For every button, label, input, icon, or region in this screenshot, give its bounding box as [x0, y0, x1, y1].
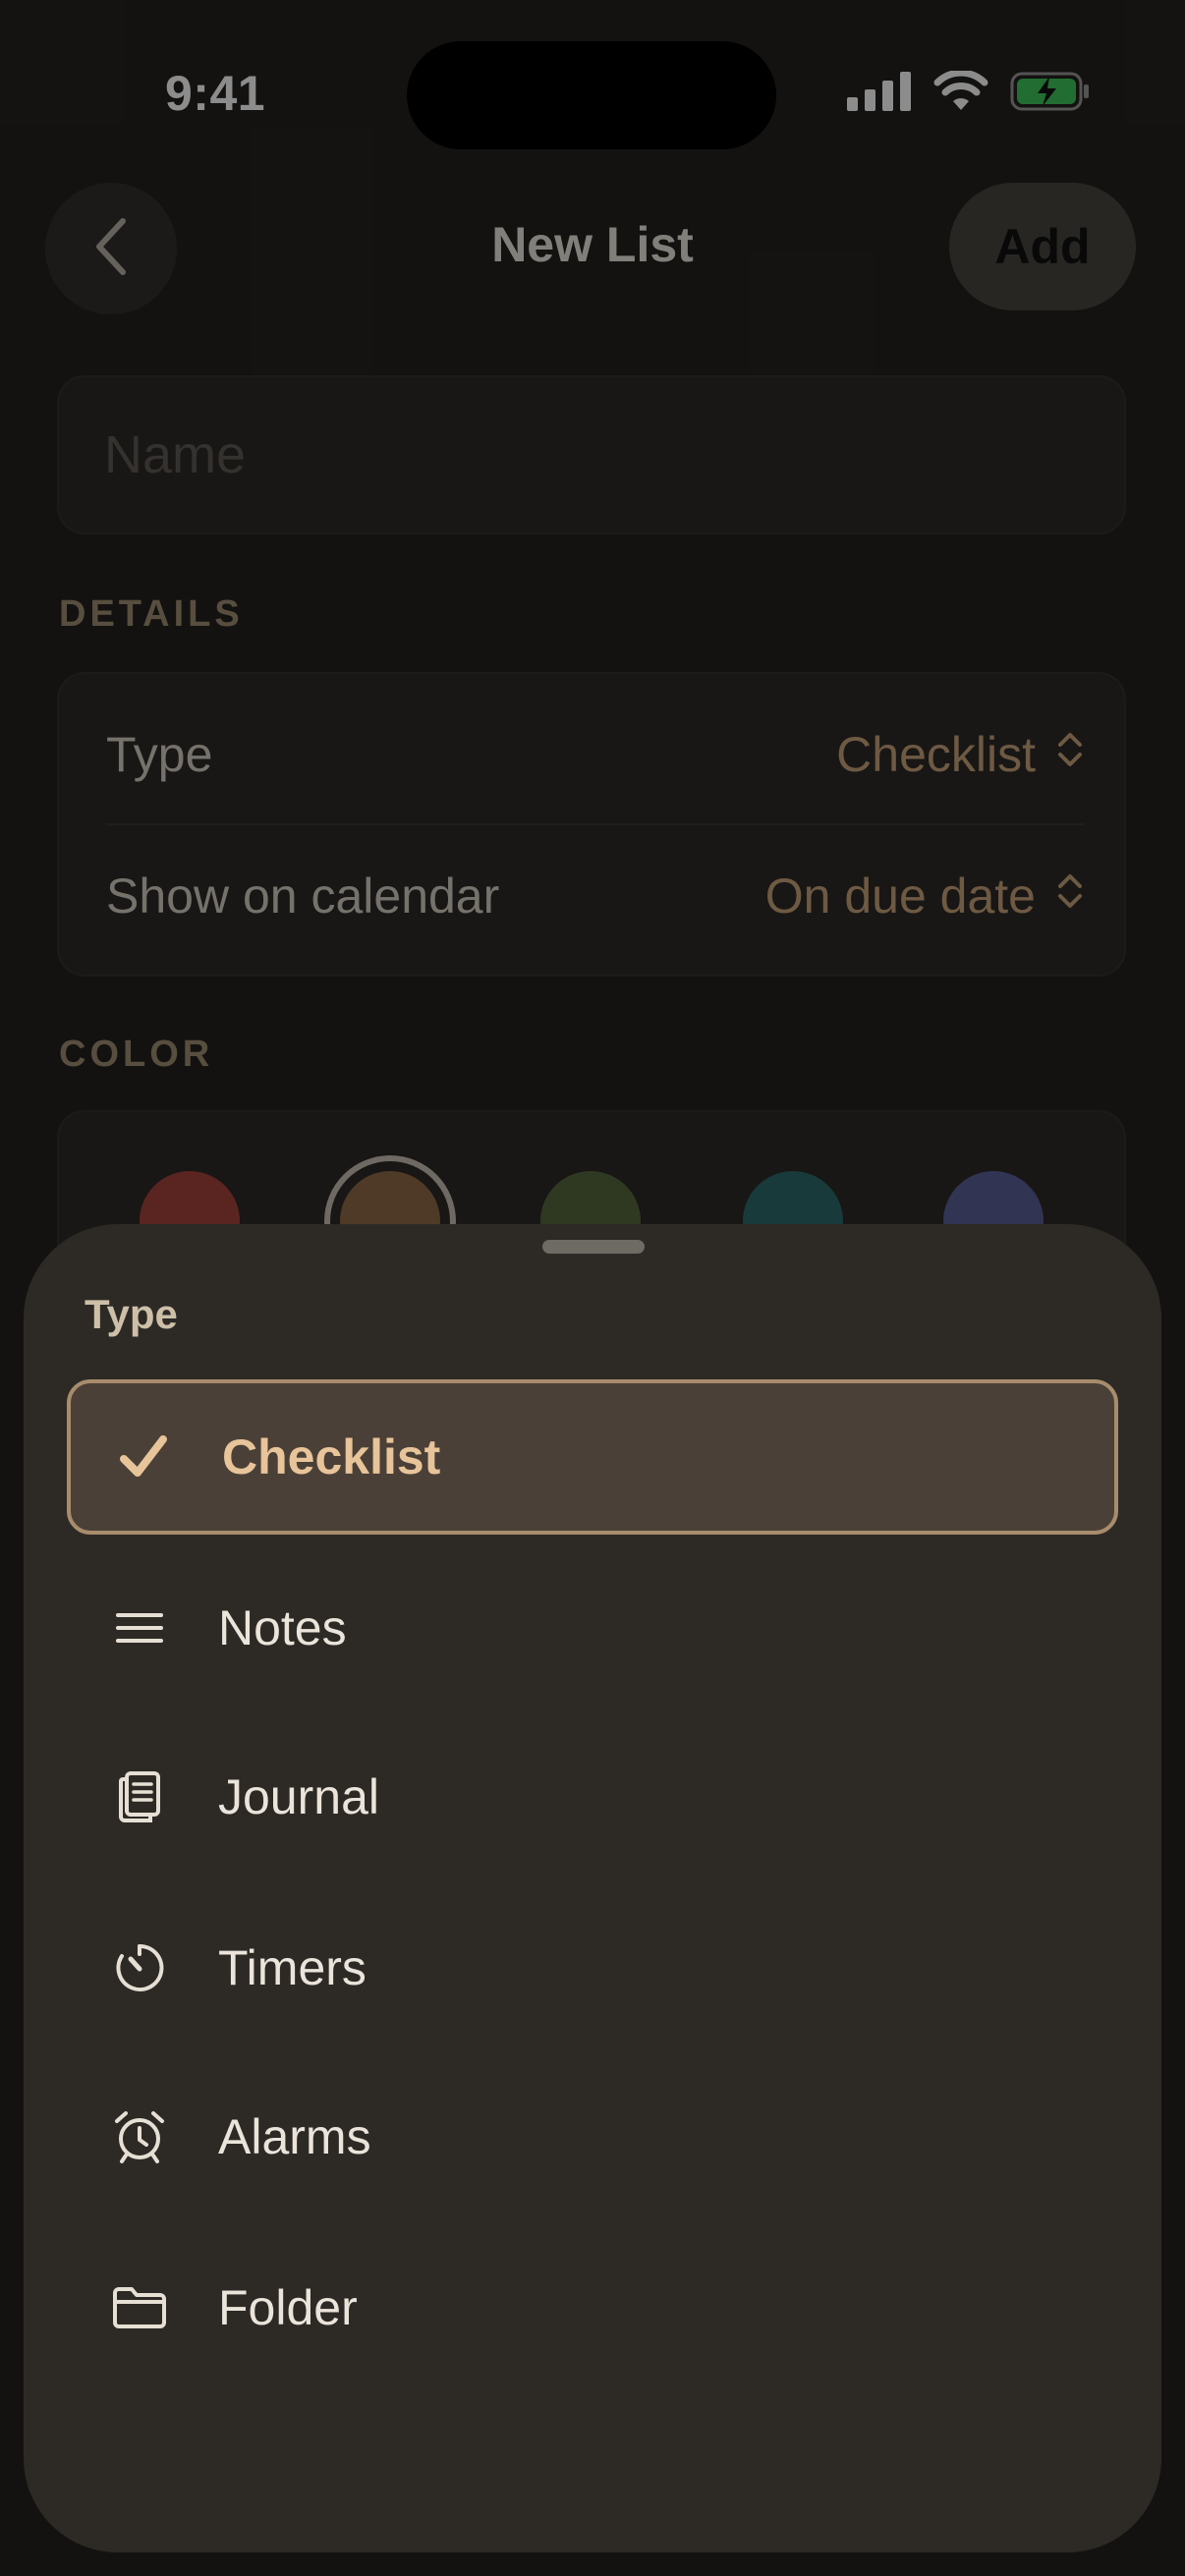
option-journal[interactable]: Journal: [67, 1719, 1118, 1875]
option-folder[interactable]: Folder: [67, 2230, 1118, 2385]
option-checklist[interactable]: Checklist: [67, 1379, 1118, 1535]
sheet-title: Type: [85, 1291, 178, 1337]
lines-icon: [110, 1598, 169, 1657]
option-label: Folder: [218, 2280, 358, 2335]
option-alarms[interactable]: Alarms: [67, 2059, 1118, 2214]
type-picker-sheet: Type Checklist Notes Journal Timers Alar…: [24, 1224, 1161, 2552]
option-label: Journal: [218, 1769, 379, 1824]
option-notes[interactable]: Notes: [67, 1550, 1118, 1706]
timer-icon: [110, 1938, 169, 1997]
option-timers[interactable]: Timers: [67, 1890, 1118, 2045]
option-label: Notes: [218, 1600, 347, 1655]
folder-icon: [110, 2278, 169, 2337]
alarm-icon: [110, 2107, 169, 2166]
journal-icon: [110, 1767, 169, 1826]
option-label: Timers: [218, 1940, 367, 1995]
option-label: Alarms: [218, 2109, 371, 2164]
sheet-grabber[interactable]: [542, 1240, 645, 1254]
checkmark-icon: [114, 1428, 173, 1486]
option-label: Checklist: [222, 1429, 441, 1484]
